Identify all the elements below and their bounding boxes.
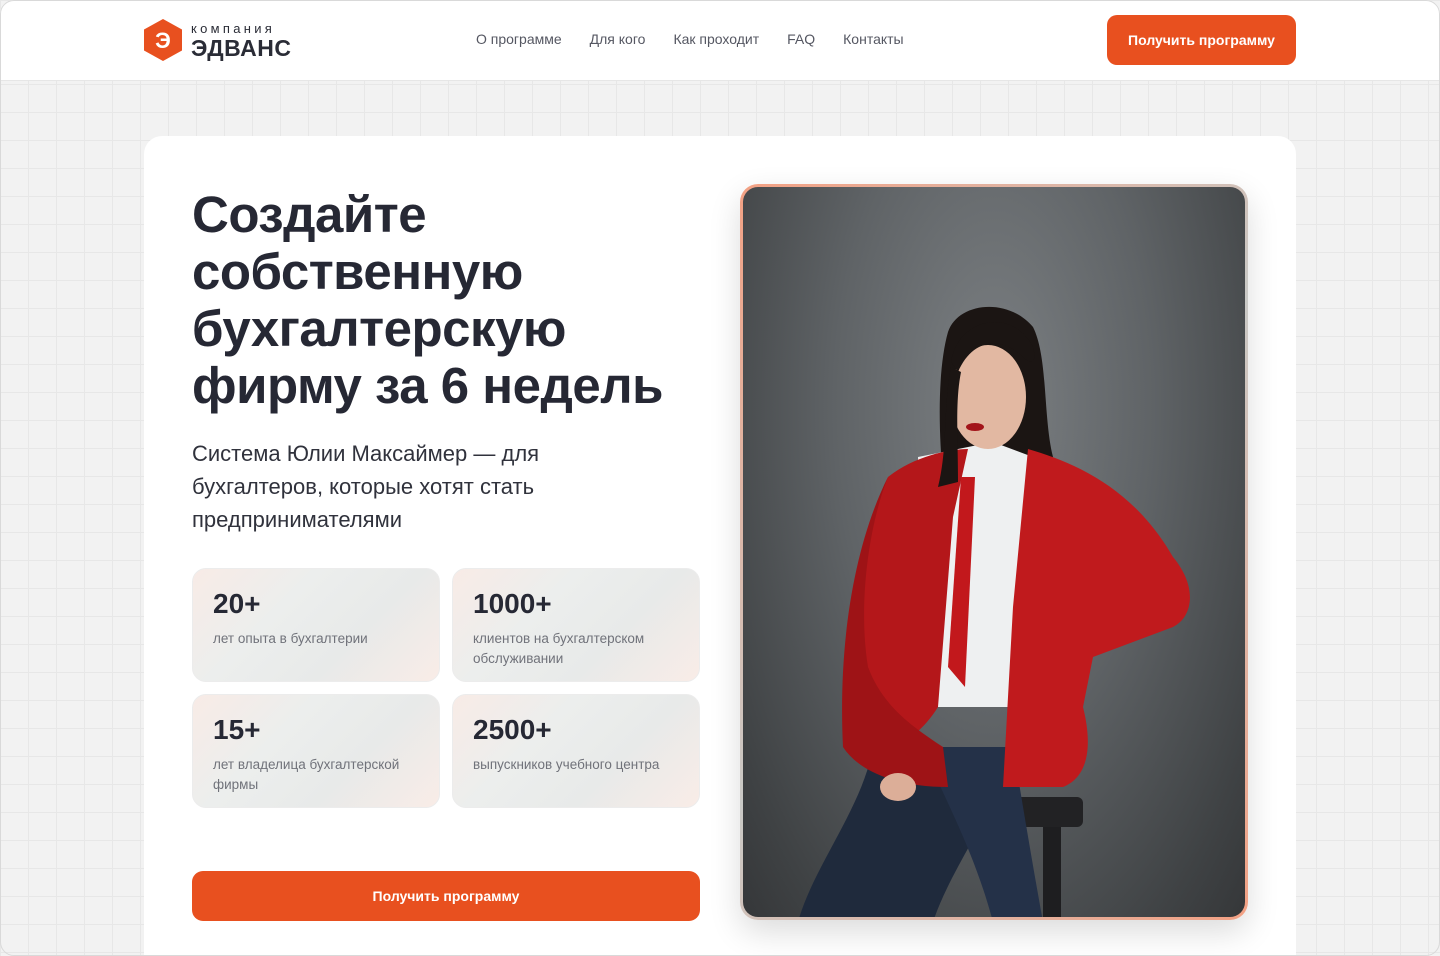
hero-title: Создайте собственную бухгалтерскую фирму… xyxy=(192,186,663,414)
nav-link-faq[interactable]: FAQ xyxy=(787,31,815,47)
hero-get-program-button[interactable]: Получить программу xyxy=(192,871,700,921)
nav-link-contacts[interactable]: Контакты xyxy=(843,31,903,47)
stat-value: 20+ xyxy=(213,588,261,619)
stat-label: клиентов на бухгалтерском обслуживании xyxy=(473,631,645,666)
stat-card-clients: 1000+ клиентов на бухгалтерском обслужив… xyxy=(452,568,700,682)
main-nav: О программе Для кого Как проходит FAQ Ко… xyxy=(476,31,904,47)
header-get-program-button[interactable]: Получить программу xyxy=(1107,15,1296,65)
stat-card-experience: 20+ лет опыта в бухгалтерии xyxy=(192,568,440,682)
stat-card-firm-owner: 15+ лет владелица бухгалтерской фирмы xyxy=(192,694,440,808)
stat-label: лет опыта в бухгалтерии xyxy=(213,631,368,646)
stat-card-graduates: 2500+ выпускников учебного центра xyxy=(452,694,700,808)
stat-label: выпускников учебного центра xyxy=(473,757,660,772)
hero-photo xyxy=(743,187,1245,917)
company-logo[interactable]: Э компания ЭДВАНС xyxy=(142,17,291,63)
stat-value: 1000+ xyxy=(473,588,552,619)
logo-name: ЭДВАНС xyxy=(191,35,292,61)
portrait-illustration xyxy=(799,306,1190,917)
nav-link-audience[interactable]: Для кого xyxy=(590,31,646,47)
site-header: Э компания ЭДВАНС О программе Для кого К… xyxy=(0,0,1440,81)
stat-label: лет владелица бухгалтерской фирмы xyxy=(213,757,400,792)
stat-value: 15+ xyxy=(213,714,261,745)
stat-value: 2500+ xyxy=(473,714,552,745)
hero-photo-frame xyxy=(740,184,1248,920)
logo-hexagon-icon: Э xyxy=(144,19,182,61)
logo-tagline: компания xyxy=(191,21,276,36)
svg-text:Э: Э xyxy=(155,28,171,53)
hero-subtitle: Система Юлии Максаймер — для бухгалтеров… xyxy=(192,441,540,532)
nav-link-about[interactable]: О программе xyxy=(476,31,562,47)
nav-link-process[interactable]: Как проходит xyxy=(673,31,759,47)
